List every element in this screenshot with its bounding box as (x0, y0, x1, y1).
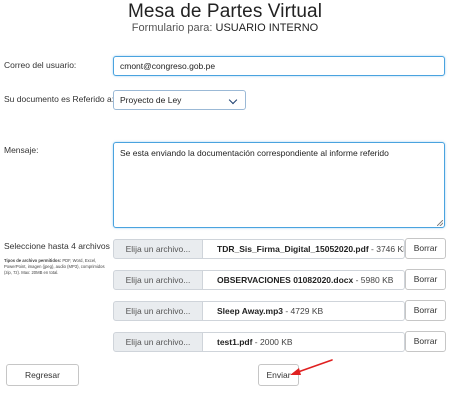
email-field[interactable]: cmont@congreso.gob.pe (113, 56, 445, 76)
file-name-display: Sleep Away.mp3 - 4729 KB (203, 301, 405, 321)
mesa-de-partes-form: Mesa de Partes Virtual Formulario para: … (0, 0, 450, 395)
file-name: OBSERVACIONES 01082020.docx (217, 275, 354, 285)
chevron-down-icon (228, 95, 238, 105)
annotation-arrow-icon (290, 359, 333, 375)
remove-file-button[interactable]: Borrar (405, 300, 446, 321)
document-type-select[interactable]: Proyecto de Ley (113, 90, 246, 110)
document-type-selected: Proyecto de Ley (120, 95, 182, 105)
message-text: Se esta enviando la documentación corres… (120, 148, 389, 158)
email-label: Correo del usuario: (4, 60, 77, 70)
remove-file-button[interactable]: Borrar (405, 238, 446, 259)
choose-file-button[interactable]: Elija un archivo... (113, 239, 203, 259)
file-size: - 3746 KB (371, 244, 404, 254)
back-button[interactable]: Regresar (6, 364, 79, 386)
file-name-display: OBSERVACIONES 01082020.docx - 5980 KB (203, 270, 405, 290)
subtitle-user-type: USUARIO INTERNO (215, 22, 319, 34)
message-textarea[interactable]: Se esta enviando la documentación corres… (113, 142, 445, 228)
document-type-label: Su documento es Referido a: (4, 94, 115, 104)
file-name: Sleep Away.mp3 (217, 306, 283, 316)
file-size: - 5980 KB (355, 275, 394, 285)
file-size: - 2000 KB (254, 337, 293, 347)
resize-handle[interactable] (437, 220, 443, 226)
allowed-types-title: Tipos de archivo permitidos: (4, 258, 62, 263)
allowed-file-types-note: Tipos de archivo permitidos: PDF, Word, … (4, 258, 108, 276)
remove-file-button[interactable]: Borrar (405, 269, 446, 290)
subtitle-prefix: Formulario para: (131, 22, 213, 34)
page-subtitle: Formulario para: USUARIO INTERNO (0, 22, 450, 34)
file-name: TDR_Sis_Firma_Digital_15052020.pdf (217, 244, 369, 254)
file-name: test1.pdf (217, 337, 253, 347)
choose-file-button[interactable]: Elija un archivo... (113, 332, 203, 352)
file-name-display: test1.pdf - 2000 KB (203, 332, 405, 352)
choose-file-button[interactable]: Elija un archivo... (113, 270, 203, 290)
choose-file-button[interactable]: Elija un archivo... (113, 301, 203, 321)
message-label: Mensaje: (4, 145, 39, 155)
files-label: Seleccione hasta 4 archivos (4, 241, 110, 251)
page-title: Mesa de Partes Virtual (127, 1, 323, 22)
remove-file-button[interactable]: Borrar (405, 331, 446, 352)
file-name-display: TDR_Sis_Firma_Digital_15052020.pdf - 374… (203, 239, 405, 259)
file-size: - 4729 KB (285, 306, 324, 316)
